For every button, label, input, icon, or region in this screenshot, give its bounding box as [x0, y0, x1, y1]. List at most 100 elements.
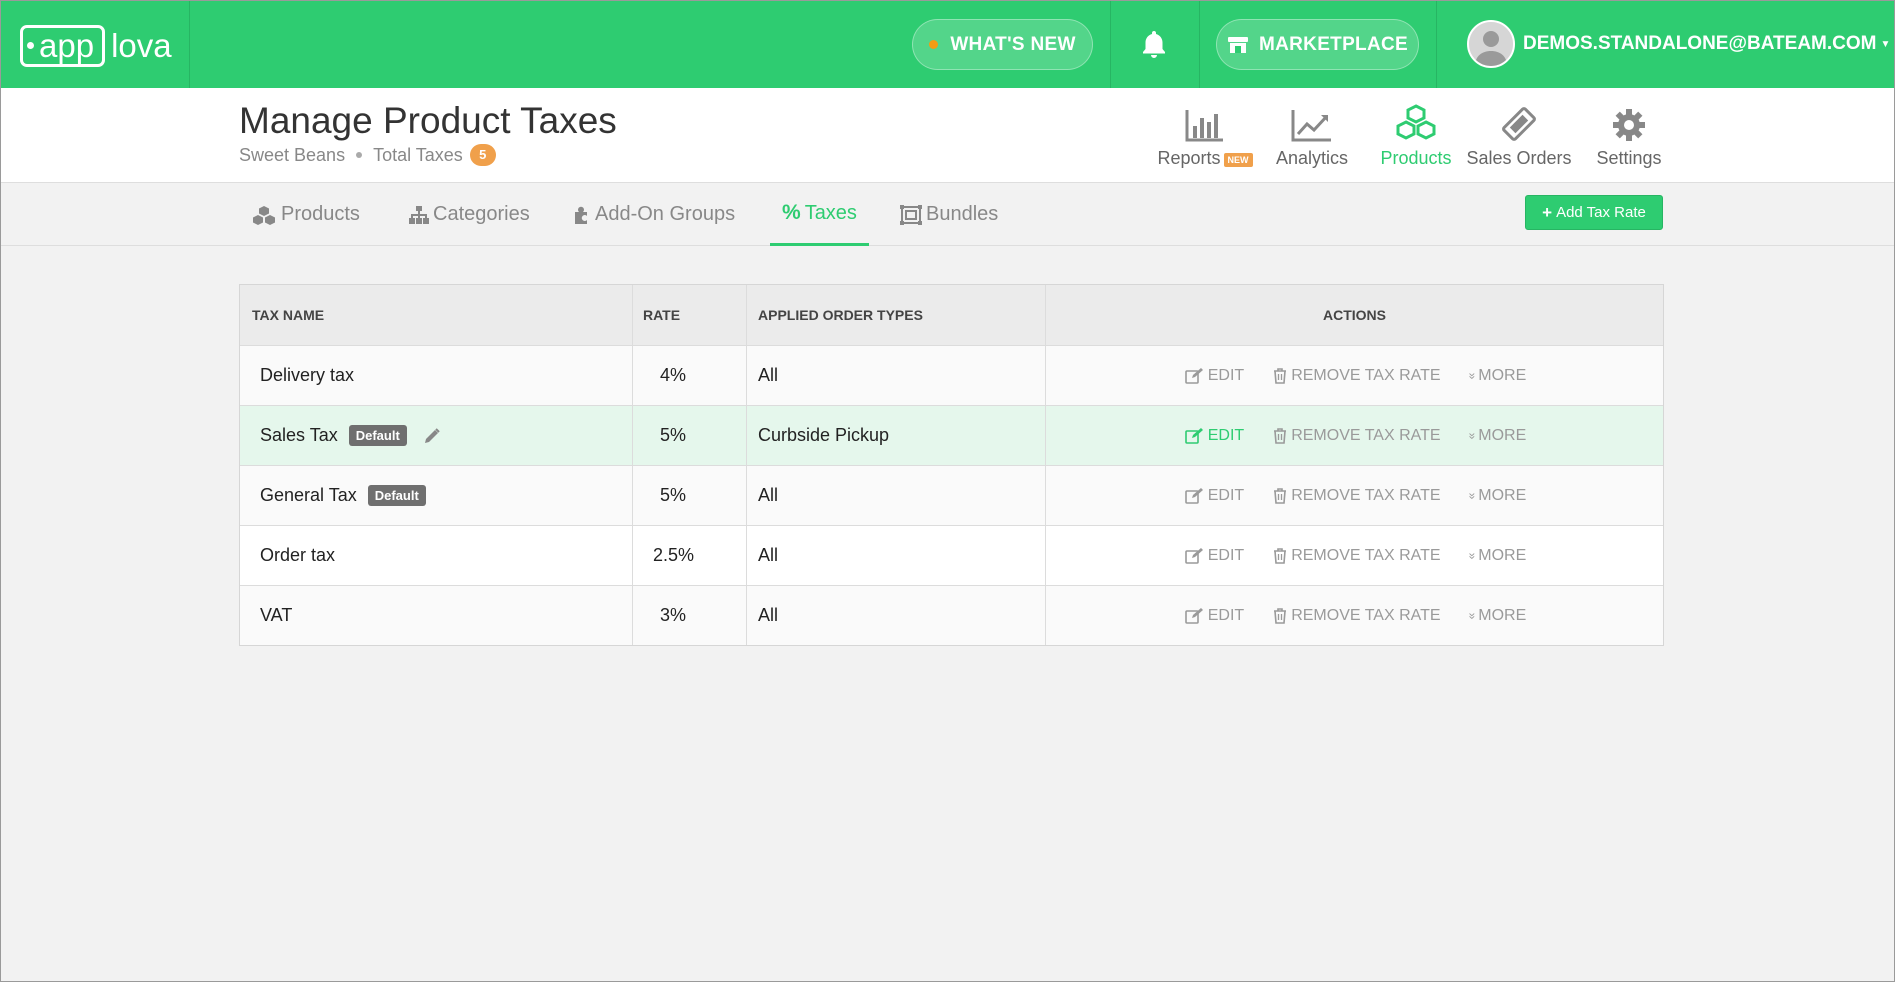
whats-new-button[interactable]: WHAT'S NEW [912, 19, 1093, 70]
logo-text-right: lova [111, 27, 172, 64]
avatar [1467, 20, 1515, 68]
more-button[interactable]: » MORE [1465, 426, 1527, 445]
remove-tax-rate-button[interactable]: REMOVE TAX RATE [1272, 607, 1441, 625]
edit-button[interactable]: EDIT [1184, 486, 1245, 505]
breadcrumb: Sweet Beans Total Taxes 5 [239, 144, 496, 166]
double-chevron-down-icon: » [1464, 612, 1479, 619]
edit-icon [1184, 427, 1203, 444]
header-rate[interactable]: RATE [633, 285, 747, 345]
double-chevron-down-icon: » [1464, 492, 1479, 499]
divider [1436, 1, 1437, 88]
nav-reports-label: Reports [1157, 148, 1221, 168]
edit-button[interactable]: EDIT [1184, 546, 1245, 565]
edit-label: EDIT [1207, 486, 1245, 504]
whats-new-label: WHAT'S NEW [950, 33, 1076, 55]
more-button[interactable]: » MORE [1465, 487, 1526, 505]
divider [1110, 1, 1111, 88]
remove-label: REMOVE TAX RATE [1291, 486, 1441, 504]
edit-icon [1184, 607, 1203, 624]
double-chevron-down-icon: » [1464, 372, 1479, 379]
table-row: Sales Tax Default 5% Curbside Pickup EDI… [240, 405, 1663, 465]
tax-name: Order tax [260, 545, 336, 565]
header-tax-name[interactable]: TAX NAME [240, 285, 633, 345]
nav-analytics[interactable]: Analytics [1257, 104, 1367, 169]
tax-name: Delivery tax [260, 365, 355, 385]
remove-label: REMOVE TAX RATE [1291, 366, 1441, 384]
edit-label: EDIT [1207, 606, 1245, 624]
nav-sales-orders-label: Sales Orders [1466, 148, 1572, 168]
nav-products[interactable]: Products [1361, 104, 1471, 169]
app-window: app lova WHAT'S NEW MARKETPLACE DEMOS.ST… [0, 0, 1895, 982]
sitemap-icon [409, 205, 429, 224]
user-menu[interactable]: DEMOS.STANDALONE@BATEAM.COM ▼ [1467, 20, 1890, 68]
tab-taxes[interactable]: % Taxes [770, 183, 869, 246]
remove-tax-rate-button[interactable]: REMOVE TAX RATE [1272, 486, 1441, 505]
tax-name: General Tax [260, 485, 357, 505]
trash-icon [1274, 368, 1287, 384]
nav-settings[interactable]: Settings [1574, 104, 1684, 169]
total-taxes-label: Total Taxes [373, 144, 463, 165]
edit-icon [1184, 547, 1203, 564]
tax-rate: 5% [660, 425, 687, 445]
remove-tax-rate-button[interactable]: REMOVE TAX RATE [1272, 546, 1441, 565]
header-applied-order-types[interactable]: APPLIED ORDER TYPES [747, 285, 1046, 345]
bundle-icon [900, 204, 922, 225]
divider [189, 1, 190, 88]
marketplace-button[interactable]: MARKETPLACE [1216, 19, 1419, 70]
more-button[interactable]: » MORE [1465, 546, 1527, 565]
remove-tax-rate-button[interactable]: REMOVE TAX RATE [1272, 427, 1441, 445]
order-types: All [758, 545, 779, 565]
tax-table: TAX NAME RATE APPLIED ORDER TYPES ACTION… [239, 284, 1664, 646]
nav-products-label: Products [1380, 148, 1452, 168]
marketplace-label: MARKETPLACE [1259, 33, 1408, 55]
separator-dot [356, 152, 363, 158]
tax-rate: 4% [660, 365, 687, 385]
edit-button[interactable]: EDIT [1184, 606, 1245, 625]
add-tax-rate-label: Add Tax Rate [1556, 204, 1646, 221]
page-header: Manage Product Taxes Sweet Beans Total T… [1, 88, 1894, 183]
table-header-row: TAX NAME RATE APPLIED ORDER TYPES ACTION… [240, 285, 1663, 345]
tax-name: Sales Tax [260, 425, 338, 445]
double-chevron-down-icon: » [1464, 552, 1479, 559]
gear-icon [1574, 104, 1684, 142]
more-label: MORE [1478, 546, 1527, 564]
nav-analytics-label: Analytics [1275, 148, 1349, 168]
cubes-icon [1361, 104, 1471, 142]
order-types: Curbside Pickup [758, 425, 890, 445]
tab-bundles[interactable]: Bundles [888, 183, 1010, 246]
default-badge: Default [348, 425, 407, 446]
nav-reports[interactable]: Reports NEW [1150, 104, 1260, 169]
more-label: MORE [1478, 426, 1527, 444]
more-button[interactable]: » MORE [1465, 366, 1527, 385]
edit-button[interactable]: EDIT [1184, 426, 1245, 445]
tab-products[interactable]: Products [239, 183, 372, 246]
tab-products-label: Products [281, 203, 360, 225]
applova-logo[interactable]: app lova [20, 24, 172, 67]
logo-text-left: app [39, 27, 95, 64]
trash-icon [1274, 428, 1287, 444]
edit-label: EDIT [1207, 426, 1245, 444]
bar-chart-icon [1150, 104, 1260, 142]
tab-categories[interactable]: Categories [397, 183, 542, 246]
new-badge: NEW [1223, 153, 1253, 167]
pencil-icon[interactable] [423, 427, 441, 445]
table-row: Delivery tax 4% All EDIT REMOVE TAX RATE… [240, 345, 1663, 405]
add-tax-rate-button[interactable]: + Add Tax Rate [1525, 195, 1663, 230]
nav-sales-orders[interactable]: Sales Orders [1464, 104, 1574, 169]
more-label: MORE [1478, 366, 1527, 384]
tab-bundles-label: Bundles [926, 203, 999, 225]
tab-add-on-groups[interactable]: Add-On Groups [561, 183, 747, 246]
bell-icon[interactable] [1141, 29, 1167, 64]
edit-label: EDIT [1207, 546, 1245, 564]
order-types: All [758, 485, 779, 505]
edit-button[interactable]: EDIT [1184, 367, 1244, 385]
edit-icon [1184, 367, 1203, 384]
more-button[interactable]: » MORE [1465, 607, 1526, 625]
tax-rate: 3% [660, 605, 687, 625]
remove-label: REMOVE TAX RATE [1291, 546, 1441, 564]
store-name: Sweet Beans [239, 144, 346, 165]
trash-icon [1274, 548, 1287, 564]
remove-tax-rate-button[interactable]: REMOVE TAX RATE [1272, 366, 1441, 385]
percent-icon: % [782, 201, 801, 224]
order-types: All [758, 605, 779, 625]
